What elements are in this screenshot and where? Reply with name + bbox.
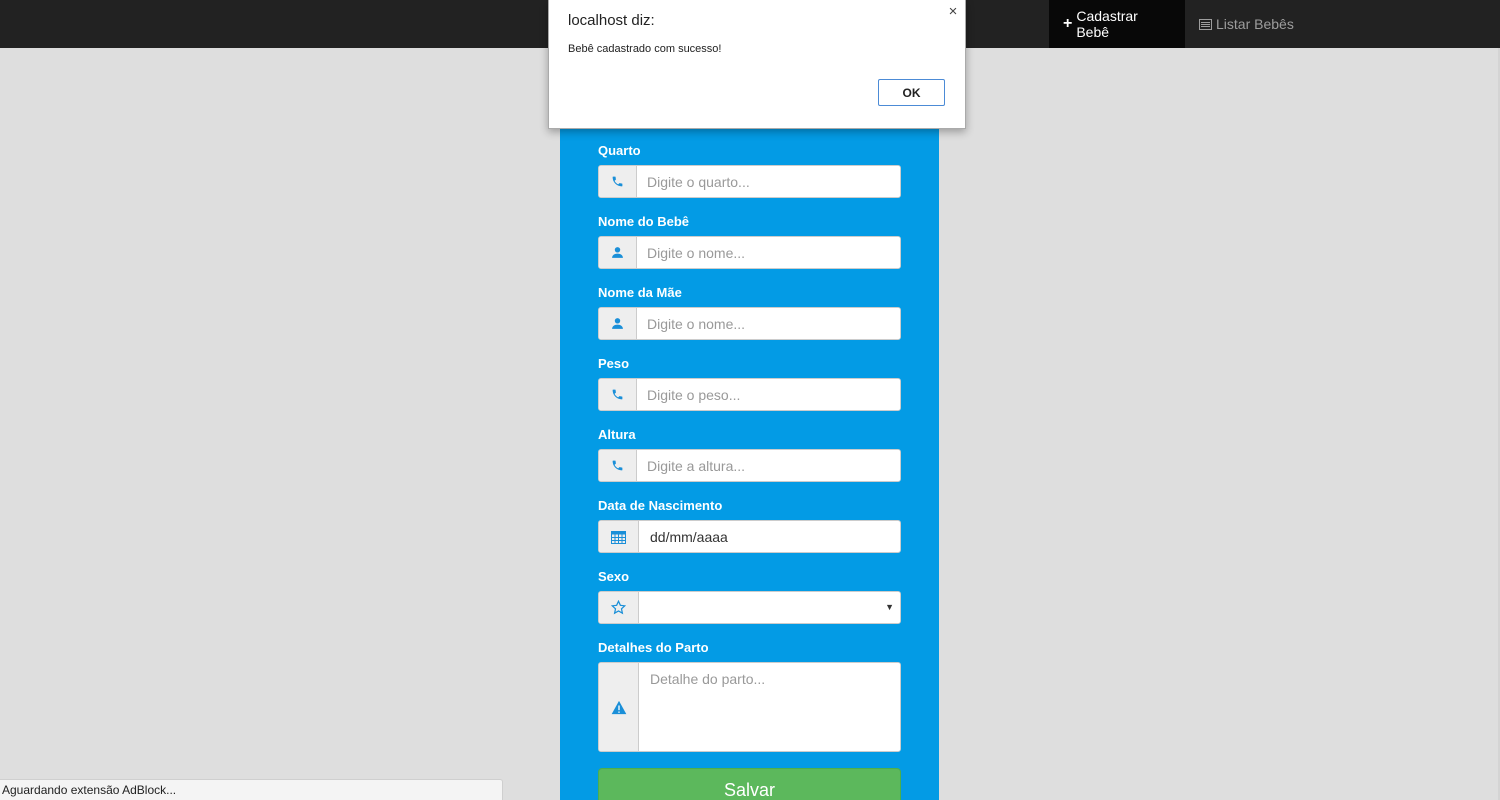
phone-icon <box>599 379 637 410</box>
save-button[interactable]: Salvar <box>598 768 901 800</box>
detalhes-parto-textarea[interactable] <box>639 663 900 751</box>
ok-button[interactable]: OK <box>878 79 945 106</box>
phone-icon <box>599 450 637 481</box>
close-icon[interactable]: × <box>945 2 961 20</box>
phone-icon <box>599 166 637 197</box>
nav-listar-label: Listar Bebês <box>1216 16 1294 32</box>
form-panel: Quarto Nome do Bebê Nome da Mãe Peso <box>560 125 939 800</box>
warning-icon <box>599 663 639 751</box>
data-nascimento-input[interactable]: dd/mm/aaaa <box>639 521 728 552</box>
sexo-input-group: ▼ <box>598 591 901 624</box>
user-icon <box>599 237 637 268</box>
quarto-label: Quarto <box>598 143 641 158</box>
nav-listar-bebes[interactable]: Listar Bebês <box>1185 0 1308 48</box>
calendar-icon <box>599 521 639 552</box>
nome-mae-label: Nome da Mãe <box>598 285 682 300</box>
quarto-input[interactable] <box>637 166 900 197</box>
peso-label: Peso <box>598 356 630 371</box>
dialog-title: localhost diz: <box>568 12 655 29</box>
altura-input[interactable] <box>637 450 900 481</box>
nav-cadastrar-label: Cadastrar Bebê <box>1076 8 1138 40</box>
altura-label: Altura <box>598 427 636 442</box>
alert-dialog: localhost diz: Bebê cadastrado com suces… <box>548 0 966 129</box>
status-bar: Aguardando extensão AdBlock... <box>0 779 503 800</box>
nome-bebe-input[interactable] <box>637 237 900 268</box>
altura-input-group <box>598 449 901 482</box>
peso-input[interactable] <box>637 379 900 410</box>
nome-mae-input-group <box>598 307 901 340</box>
nome-mae-input[interactable] <box>637 308 900 339</box>
star-icon <box>599 592 639 623</box>
chevron-down-icon: ▼ <box>885 602 894 612</box>
plus-icon: + <box>1063 15 1073 32</box>
list-icon <box>1199 18 1212 30</box>
nome-bebe-input-group <box>598 236 901 269</box>
quarto-input-group <box>598 165 901 198</box>
user-icon <box>599 308 637 339</box>
detalhes-parto-input-group <box>598 662 901 752</box>
data-nascimento-input-group: dd/mm/aaaa <box>598 520 901 553</box>
data-nascimento-label: Data de Nascimento <box>598 498 723 513</box>
detalhes-parto-label: Detalhes do Parto <box>598 640 709 655</box>
dialog-message: Bebê cadastrado com sucesso! <box>568 43 722 55</box>
sexo-label: Sexo <box>598 569 630 584</box>
peso-input-group <box>598 378 901 411</box>
nav-cadastrar-bebe[interactable]: + Cadastrar Bebê <box>1049 0 1185 48</box>
sexo-select[interactable]: ▼ <box>639 592 900 623</box>
nome-bebe-label: Nome do Bebê <box>598 214 690 229</box>
